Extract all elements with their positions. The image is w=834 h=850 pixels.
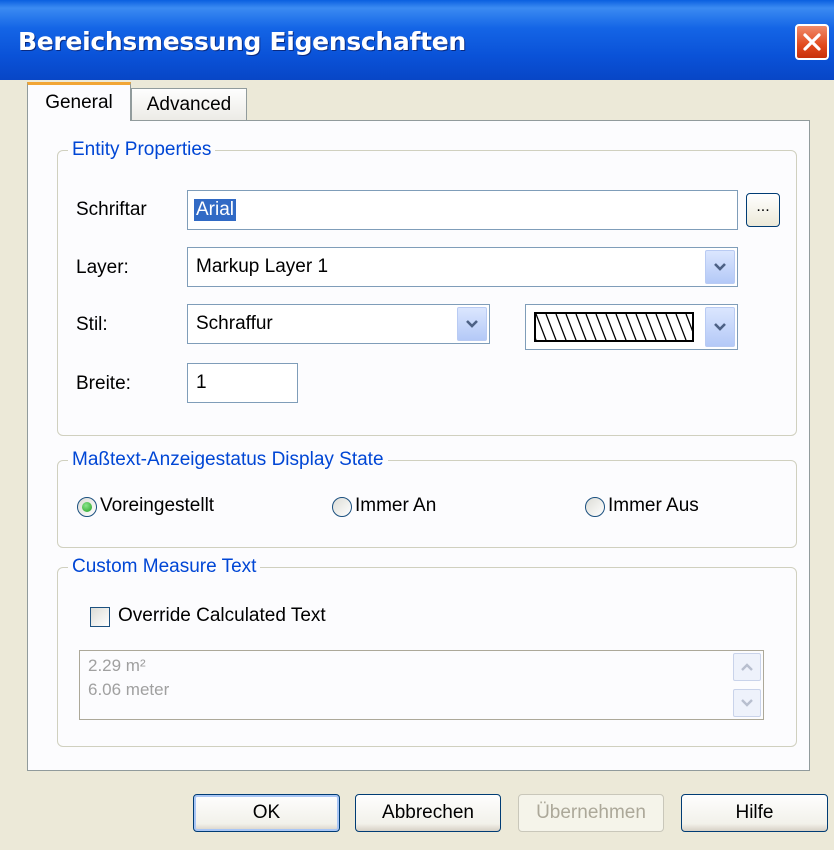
ok-button-label: OK: [252, 802, 281, 823]
hatch-pattern-icon: [536, 314, 692, 340]
close-button[interactable]: [795, 24, 829, 60]
chevron-down-icon: [714, 263, 726, 271]
font-browse-label: ...: [756, 198, 770, 215]
tab-general[interactable]: General: [27, 82, 131, 121]
cancel-button-label: Abbrechen: [382, 802, 474, 823]
tab-advanced-label: Advanced: [146, 93, 232, 115]
display-state-legend: Maßtext-Anzeigestatus Display State: [68, 449, 388, 471]
font-value: Arial: [194, 199, 237, 221]
style-label: Stil:: [76, 314, 108, 335]
radio-immer-an[interactable]: [332, 497, 352, 517]
entity-properties-legend: Entity Properties: [68, 139, 216, 161]
chevron-down-icon: [466, 320, 478, 328]
radio-voreingestellt-label[interactable]: Voreingestellt: [100, 495, 214, 517]
hatch-dropdown-arrow[interactable]: [705, 307, 735, 347]
close-icon: [803, 33, 821, 51]
scroll-down-button[interactable]: [733, 689, 761, 717]
measure-text-line: 2.29 m²: [88, 656, 146, 675]
width-label: Breite:: [76, 373, 131, 394]
radio-immer-aus-label[interactable]: Immer Aus: [608, 495, 699, 517]
hatch-pattern-dropdown[interactable]: [525, 304, 738, 350]
measure-text-line: 6.06 meter: [88, 680, 170, 699]
help-button[interactable]: Hilfe: [681, 794, 828, 832]
chevron-down-icon: [741, 699, 753, 707]
style-dropdown[interactable]: Schraffur: [187, 304, 490, 344]
font-browse-button[interactable]: ...: [746, 193, 780, 227]
chevron-up-icon: [741, 663, 753, 671]
chevron-down-icon: [714, 323, 726, 331]
hatch-pattern-swatch: [534, 312, 694, 342]
radio-immer-an-label[interactable]: Immer An: [355, 495, 436, 517]
ok-button[interactable]: OK: [193, 794, 340, 832]
width-input[interactable]: 1: [187, 363, 298, 403]
layer-dropdown[interactable]: Markup Layer 1: [187, 247, 738, 287]
override-checkbox[interactable]: [90, 607, 110, 627]
tab-advanced[interactable]: Advanced: [131, 88, 247, 120]
font-label: Schriftar: [76, 199, 147, 220]
scroll-up-button[interactable]: [733, 653, 761, 681]
apply-button[interactable]: Übernehmen: [518, 794, 664, 832]
layer-dropdown-arrow[interactable]: [705, 250, 735, 284]
custom-text-legend: Custom Measure Text: [68, 556, 261, 578]
apply-button-label: Übernehmen: [536, 802, 646, 823]
help-button-label: Hilfe: [735, 802, 774, 823]
tab-general-label: General: [45, 92, 113, 113]
override-label[interactable]: Override Calculated Text: [118, 605, 326, 627]
title-bar: Bereichsmessung Eigenschaften: [0, 0, 834, 80]
radio-immer-aus[interactable]: [585, 497, 605, 517]
width-value: 1: [196, 372, 207, 393]
style-value: Schraffur: [196, 313, 273, 334]
custom-text-area[interactable]: 2.29 m² 6.06 meter: [79, 650, 764, 720]
cancel-button[interactable]: Abbrechen: [355, 794, 501, 832]
layer-value: Markup Layer 1: [196, 256, 329, 277]
style-dropdown-arrow[interactable]: [457, 307, 487, 341]
radio-voreingestellt[interactable]: [77, 497, 97, 517]
window-title: Bereichsmessung Eigenschaften: [18, 27, 466, 56]
layer-label: Layer:: [76, 257, 129, 278]
font-input[interactable]: Arial: [187, 190, 738, 230]
